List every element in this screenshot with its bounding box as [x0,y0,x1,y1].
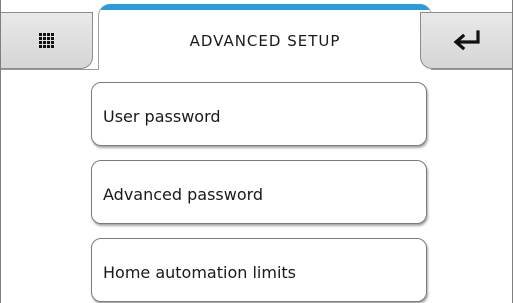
user-password-button[interactable]: User password [91,82,427,146]
title-accent-bar [99,4,431,10]
return-arrow-icon [453,29,480,50]
grid-menu-icon [39,33,54,48]
menu-item-label: Home automation limits [103,263,296,282]
page-title: ADVANCED SETUP [189,32,341,50]
menu-item-label: Advanced password [103,185,264,204]
top-bar: ADVANCED SETUP [1,0,512,72]
back-button[interactable] [420,12,512,69]
menu-button[interactable] [1,12,93,69]
advanced-setup-screen: ADVANCED SETUP User password Advanced pa… [0,0,513,303]
home-automation-limits-button[interactable]: Home automation limits [91,238,427,302]
menu-item-label: User password [103,107,221,126]
advanced-password-button[interactable]: Advanced password [91,160,427,224]
title-tab: ADVANCED SETUP [98,4,432,70]
